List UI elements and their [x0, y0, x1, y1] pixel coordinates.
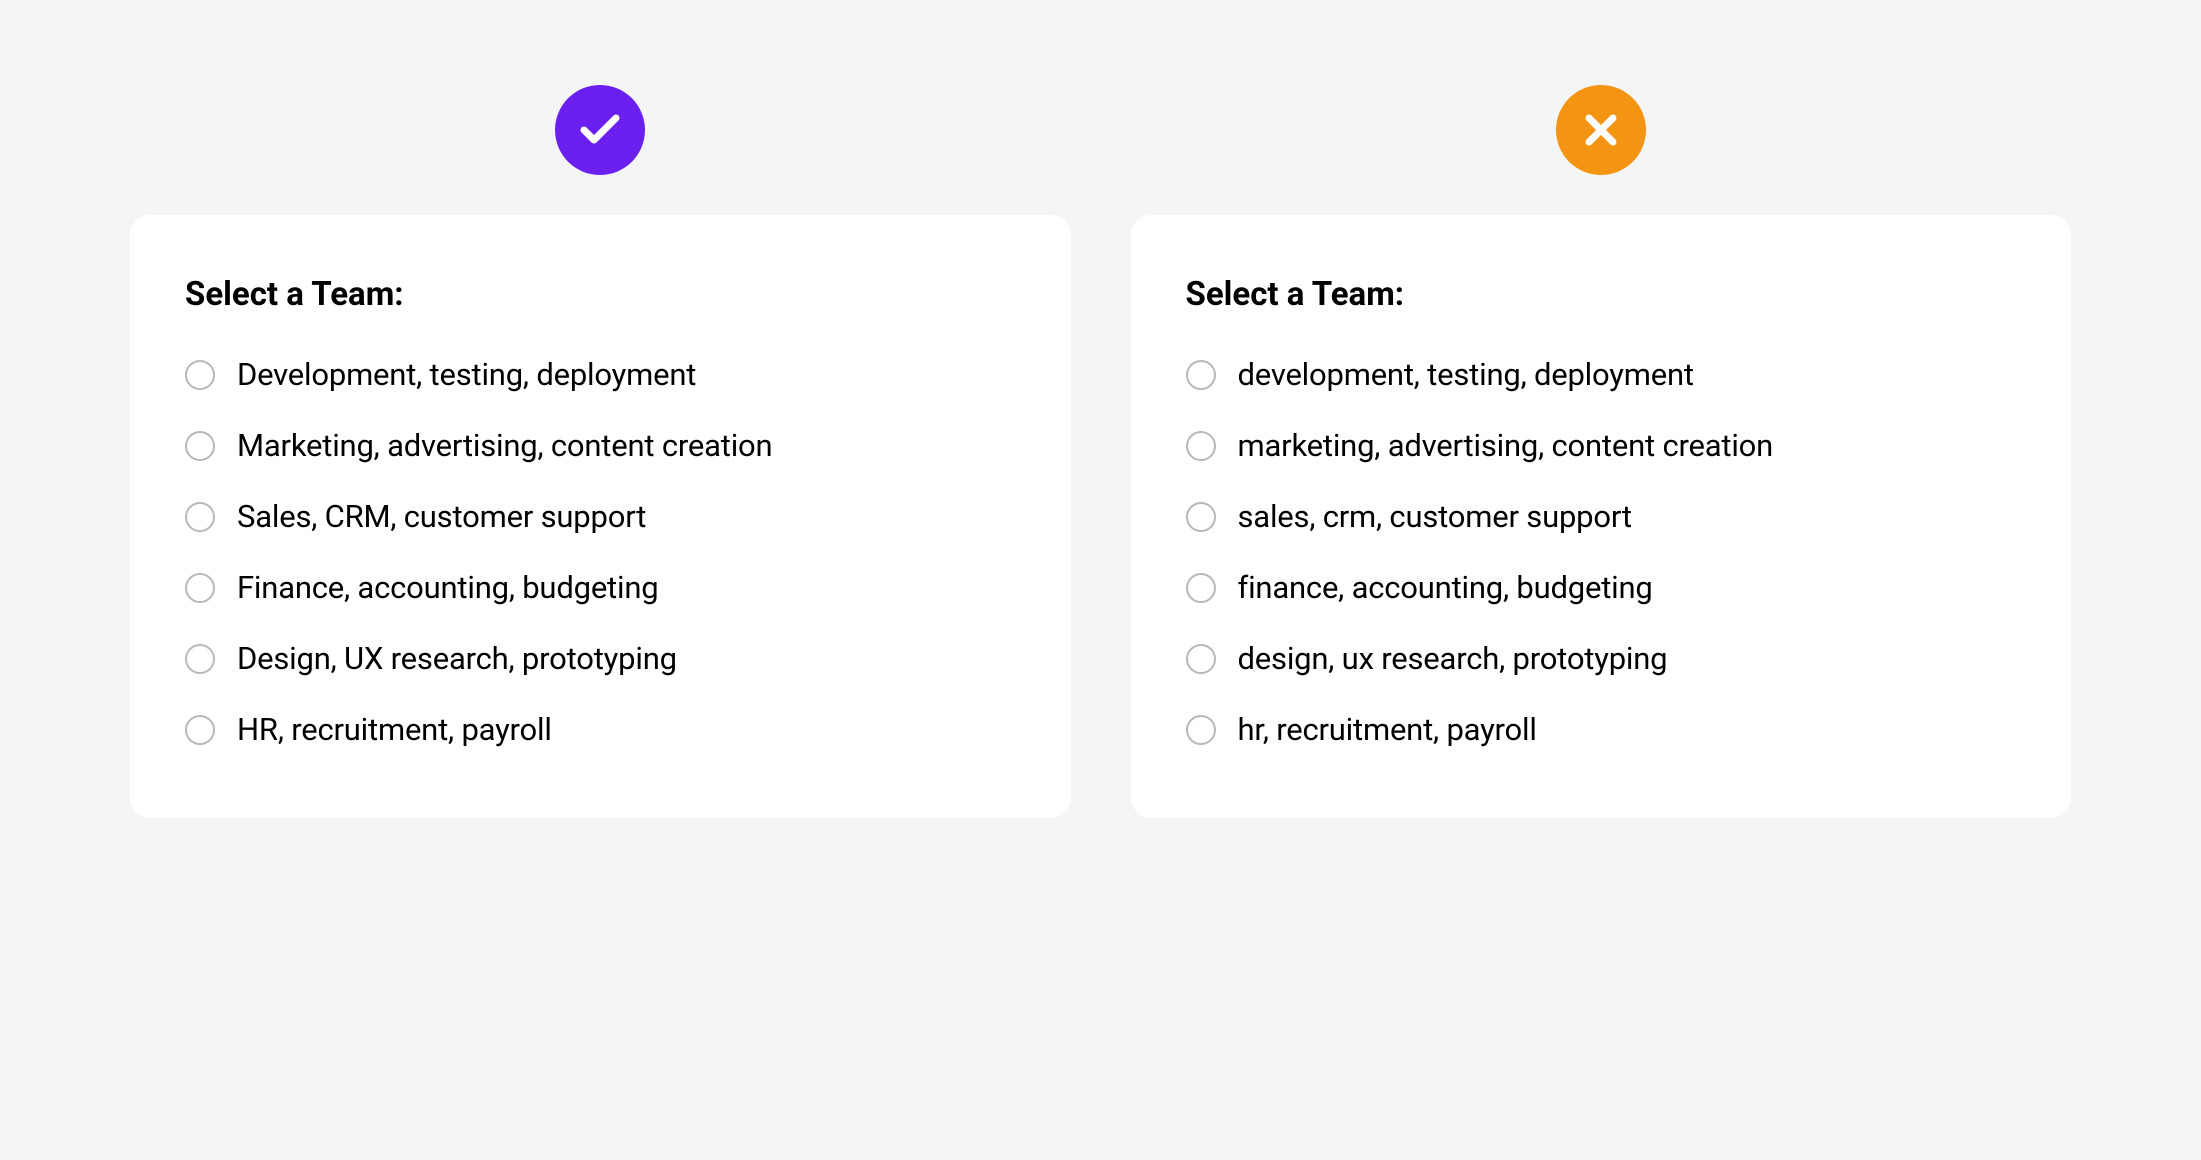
- option-label: Design, UX research, prototyping: [237, 640, 677, 677]
- radio-option[interactable]: hr, recruitment, payroll: [1186, 711, 2017, 748]
- radio-option[interactable]: Marketing, advertising, content creation: [185, 427, 1016, 464]
- option-label: finance, accounting, budgeting: [1238, 569, 1653, 606]
- incorrect-example-card: Select a Team: development, testing, dep…: [1131, 215, 2072, 818]
- radio-icon: [1186, 502, 1216, 532]
- option-label: Finance, accounting, budgeting: [237, 569, 658, 606]
- radio-option[interactable]: sales, crm, customer support: [1186, 498, 2017, 535]
- radio-option[interactable]: HR, recruitment, payroll: [185, 711, 1016, 748]
- radio-option[interactable]: Design, UX research, prototyping: [185, 640, 1016, 677]
- radio-icon: [1186, 644, 1216, 674]
- card-title: Select a Team:: [1186, 275, 2017, 314]
- option-label: design, ux research, prototyping: [1238, 640, 1668, 677]
- radio-option[interactable]: development, testing, deployment: [1186, 356, 2017, 393]
- radio-icon: [1186, 360, 1216, 390]
- option-label: hr, recruitment, payroll: [1238, 711, 1537, 748]
- option-label: Development, testing, deployment: [237, 356, 696, 393]
- incorrect-example-column: Select a Team: development, testing, dep…: [1131, 85, 2072, 818]
- comparison-container: Select a Team: Development, testing, dep…: [130, 85, 2071, 818]
- card-title: Select a Team:: [185, 275, 1016, 314]
- radio-option[interactable]: design, ux research, prototyping: [1186, 640, 2017, 677]
- option-label: Marketing, advertising, content creation: [237, 427, 772, 464]
- correct-badge: [555, 85, 645, 175]
- radio-icon: [185, 715, 215, 745]
- radio-option[interactable]: Development, testing, deployment: [185, 356, 1016, 393]
- radio-icon: [185, 502, 215, 532]
- check-icon: [576, 106, 624, 154]
- radio-icon: [185, 573, 215, 603]
- radio-icon: [1186, 431, 1216, 461]
- correct-example-card: Select a Team: Development, testing, dep…: [130, 215, 1071, 818]
- option-label: HR, recruitment, payroll: [237, 711, 552, 748]
- option-list: development, testing, deployment marketi…: [1186, 356, 2017, 748]
- radio-option[interactable]: Sales, CRM, customer support: [185, 498, 1016, 535]
- radio-icon: [185, 644, 215, 674]
- option-label: marketing, advertising, content creation: [1238, 427, 1774, 464]
- incorrect-badge: [1556, 85, 1646, 175]
- option-label: sales, crm, customer support: [1238, 498, 1632, 535]
- radio-icon: [185, 360, 215, 390]
- radio-icon: [1186, 715, 1216, 745]
- radio-option[interactable]: finance, accounting, budgeting: [1186, 569, 2017, 606]
- option-label: Sales, CRM, customer support: [237, 498, 646, 535]
- option-list: Development, testing, deployment Marketi…: [185, 356, 1016, 748]
- radio-option[interactable]: marketing, advertising, content creation: [1186, 427, 2017, 464]
- correct-example-column: Select a Team: Development, testing, dep…: [130, 85, 1071, 818]
- radio-icon: [185, 431, 215, 461]
- radio-icon: [1186, 573, 1216, 603]
- cross-icon: [1577, 106, 1625, 154]
- option-label: development, testing, deployment: [1238, 356, 1694, 393]
- radio-option[interactable]: Finance, accounting, budgeting: [185, 569, 1016, 606]
